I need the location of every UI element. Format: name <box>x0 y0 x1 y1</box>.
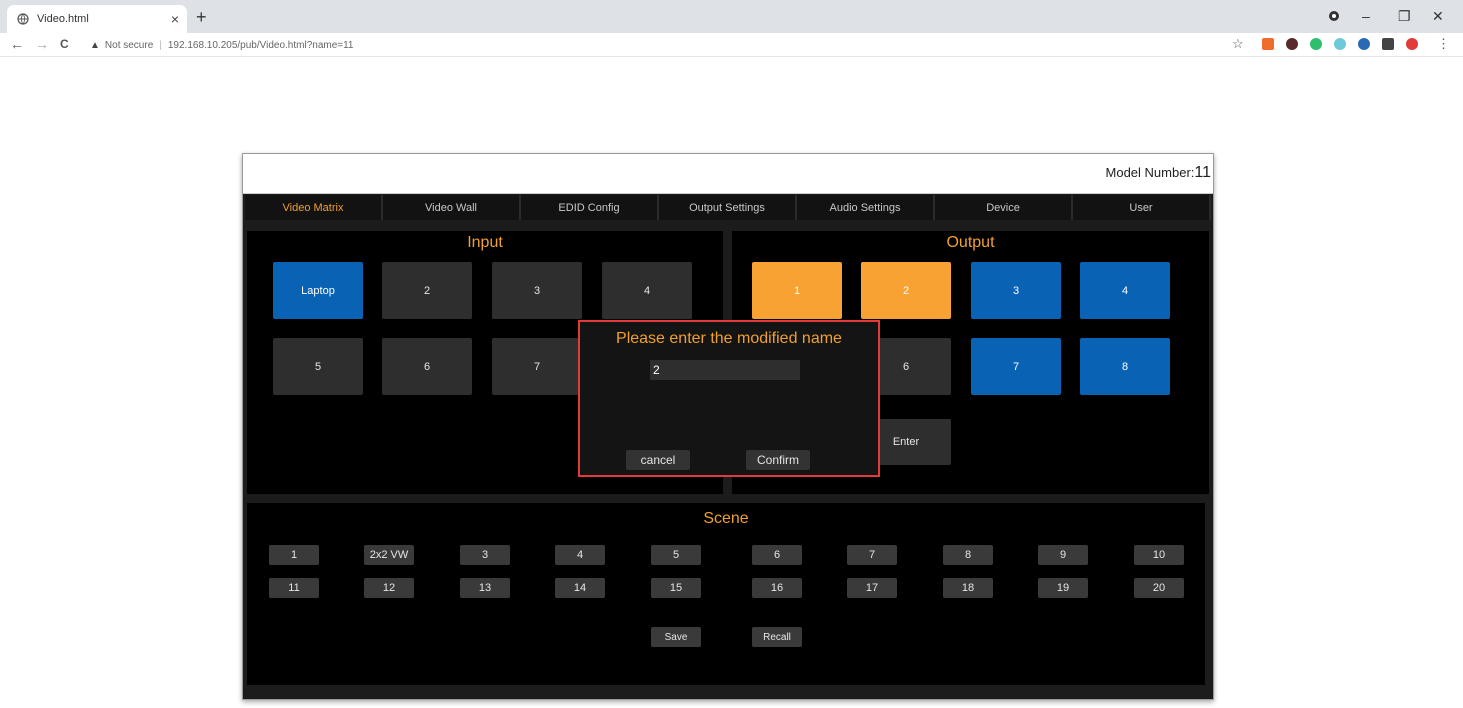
dialog-title: Please enter the modified name <box>616 330 842 347</box>
confirm-button[interactable]: Confirm <box>746 450 810 470</box>
save-button[interactable]: Save <box>651 627 701 647</box>
restore-button[interactable]: ❐ <box>1398 8 1411 25</box>
warning-icon: ▲ <box>90 39 100 51</box>
tab-audio-settings[interactable]: Audio Settings <box>797 195 935 220</box>
input-tile-1[interactable]: Laptop <box>273 262 363 319</box>
scene-button[interactable]: 10 <box>1134 545 1184 565</box>
extension-icon[interactable] <box>1262 38 1274 50</box>
recall-button[interactable]: Recall <box>752 627 802 647</box>
scene-button[interactable]: 18 <box>943 578 993 598</box>
main-nav: Video Matrix Video Wall EDID Config Outp… <box>245 195 1211 220</box>
divider: | <box>159 39 162 51</box>
scene-button[interactable]: 3 <box>460 545 510 565</box>
model-label: Model Number: <box>1105 165 1195 180</box>
tab-video-wall[interactable]: Video Wall <box>383 195 521 220</box>
minimize-button[interactable]: – <box>1362 8 1370 24</box>
browser-addressbar: ← → C ▲ Not secure | 192.168.10.205/pub/… <box>0 33 1463 57</box>
close-tab-icon[interactable]: × <box>171 11 179 27</box>
output-tile-2[interactable]: 2 <box>861 262 951 319</box>
output-tile-4[interactable]: 4 <box>1080 262 1170 319</box>
forward-arrow-icon[interactable]: → <box>35 36 49 52</box>
output-tile-3[interactable]: 3 <box>971 262 1061 319</box>
scene-button[interactable]: 13 <box>460 578 510 598</box>
back-arrow-icon[interactable]: ← <box>10 36 24 52</box>
output-tile-7[interactable]: 7 <box>971 338 1061 395</box>
scene-button[interactable]: 1 <box>269 545 319 565</box>
scene-button[interactable]: 7 <box>847 545 897 565</box>
browser-menu-icon[interactable]: ⋮ <box>1437 36 1450 52</box>
scene-button[interactable]: 11 <box>269 578 319 598</box>
scene-button[interactable]: 5 <box>651 545 701 565</box>
url-bar[interactable]: ▲ Not secure | 192.168.10.205/pub/Video.… <box>82 35 1262 55</box>
input-tile-3[interactable]: 3 <box>492 262 582 319</box>
browser-tab[interactable]: Video.html × <box>7 5 187 33</box>
input-tile-7[interactable]: 7 <box>492 338 582 395</box>
bookmark-star-icon[interactable]: ☆ <box>1232 36 1244 52</box>
scene-button[interactable]: 14 <box>555 578 605 598</box>
extension-icon[interactable] <box>1334 38 1346 50</box>
scene-button[interactable]: 9 <box>1038 545 1088 565</box>
model-number: Model Number:11 <box>1106 164 1211 182</box>
tab-title: Video.html <box>37 13 89 25</box>
rename-dialog: Please enter the modified name cancel Co… <box>578 320 880 477</box>
input-tile-2[interactable]: 2 <box>382 262 472 319</box>
scene-button[interactable]: 16 <box>752 578 802 598</box>
reload-icon[interactable]: C <box>60 37 69 51</box>
input-tile-6[interactable]: 6 <box>382 338 472 395</box>
extension-icon[interactable] <box>1406 38 1418 50</box>
globe-icon <box>17 13 29 25</box>
tab-edid-config[interactable]: EDID Config <box>521 195 659 220</box>
name-input[interactable] <box>650 360 800 380</box>
tab-video-matrix[interactable]: Video Matrix <box>245 195 383 220</box>
extension-icon[interactable] <box>1286 38 1298 50</box>
scene-button[interactable]: 15 <box>651 578 701 598</box>
scene-button[interactable]: 2x2 VW <box>364 545 414 565</box>
profile-icon[interactable] <box>1328 9 1340 25</box>
output-title: Output <box>946 234 995 251</box>
scene-button[interactable]: 6 <box>752 545 802 565</box>
scene-button[interactable]: 17 <box>847 578 897 598</box>
url-text: 192.168.10.205/pub/Video.html?name=11 <box>167 39 354 51</box>
scene-button[interactable]: 4 <box>555 545 605 565</box>
model-bar: Model Number:11 <box>243 154 1213 194</box>
scene-button[interactable]: 8 <box>943 545 993 565</box>
puzzle-icon[interactable] <box>1382 38 1394 50</box>
input-title: Input <box>467 234 503 251</box>
scene-panel: Scene 1 2x2 VW 3 4 5 6 7 8 9 10 11 12 13… <box>247 503 1205 685</box>
tab-output-settings[interactable]: Output Settings <box>659 195 797 220</box>
output-tile-8[interactable]: 8 <box>1080 338 1170 395</box>
not-secure-label: Not secure <box>104 39 154 51</box>
extension-icon[interactable] <box>1310 38 1322 50</box>
tab-user[interactable]: User <box>1073 195 1211 220</box>
tab-device[interactable]: Device <box>935 195 1073 220</box>
new-tab-button[interactable]: + <box>196 7 207 28</box>
close-window-button[interactable]: ✕ <box>1432 8 1444 25</box>
scene-button[interactable]: 12 <box>364 578 414 598</box>
scene-title: Scene <box>703 510 749 527</box>
cancel-button[interactable]: cancel <box>626 450 690 470</box>
scene-button[interactable]: 19 <box>1038 578 1088 598</box>
input-tile-4[interactable]: 4 <box>602 262 692 319</box>
model-value: 11 <box>1194 164 1211 181</box>
browser-tabstrip: Video.html × + – ❐ ✕ <box>0 0 1463 33</box>
output-tile-1[interactable]: 1 <box>752 262 842 319</box>
scene-button[interactable]: 20 <box>1134 578 1184 598</box>
input-tile-5[interactable]: 5 <box>273 338 363 395</box>
extension-icon[interactable] <box>1358 38 1370 50</box>
